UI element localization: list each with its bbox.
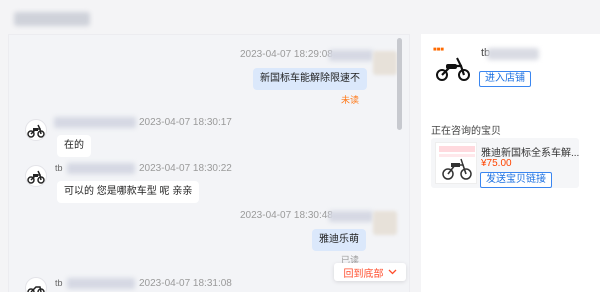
message-timestamp: 2023-04-07 18:29:08 [240,49,333,60]
shop-logo-mark: ■■■ [433,47,444,53]
shop-side-panel: ■■■ tb 进入店铺 正在咨询的宝贝 雅迪新国标全系车解... ¥75.00 … [421,34,600,292]
product-card[interactable]: 雅迪新国标全系车解... ¥75.00 发送宝贝链接 [431,138,579,188]
sender-name-blurred [54,117,136,128]
shop-name-blurred [487,48,539,60]
message-bubble-outgoing: 新国标车能解除限速不 [253,68,367,90]
message-timestamp: 2023-04-07 18:30:48 [240,210,333,221]
shop-avatar [25,119,47,141]
self-avatar [373,211,397,235]
product-image [436,143,476,183]
message-bubble-incoming: 在的 [57,135,91,157]
back-to-bottom-label: 回到底部 [343,268,384,280]
scooter-icon [436,57,470,81]
sender-name-blurred [329,50,373,61]
shop-logo [433,54,473,82]
message-bubble-outgoing: 雅迪乐萌 [312,229,366,251]
message-status-unread: 未读 [341,95,360,105]
shop-avatar [25,165,47,187]
sender-name-blurred [67,163,135,174]
scooter-icon [27,170,45,184]
product-price: ¥75.00 [481,158,512,169]
sender-name: tb [55,163,63,173]
consulting-product-title: 正在咨询的宝贝 [431,126,501,137]
enter-shop-button[interactable]: 进入店铺 [479,71,531,87]
back-to-bottom-button[interactable]: 回到底部 [334,263,406,281]
send-product-link-button[interactable]: 发送宝贝链接 [480,172,552,188]
message-timestamp: 2023-04-07 18:31:08 [139,278,232,289]
chat-scrollbar[interactable] [397,38,402,130]
message-bubble-incoming: 可以的 您是哪款车型 呢 亲亲 [57,181,200,203]
contact-name-blurred [14,12,90,26]
sender-name: tb [55,278,63,288]
scooter-icon [27,124,45,138]
product-thumbnail [435,142,477,184]
scooter-icon [27,286,45,292]
self-avatar [373,51,397,75]
product-title: 雅迪新国标全系车解... [481,148,580,159]
sender-name-blurred [67,278,135,289]
chevron-down-icon [388,269,396,275]
sender-name-blurred [329,211,373,222]
message-timestamp: 2023-04-07 18:30:17 [139,117,232,128]
message-timestamp: 2023-04-07 18:30:22 [139,163,232,174]
shop-avatar [25,277,47,292]
chat-panel: 2023-04-07 18:29:08 新国标车能解除限速不 未读 2023-0… [8,34,410,292]
